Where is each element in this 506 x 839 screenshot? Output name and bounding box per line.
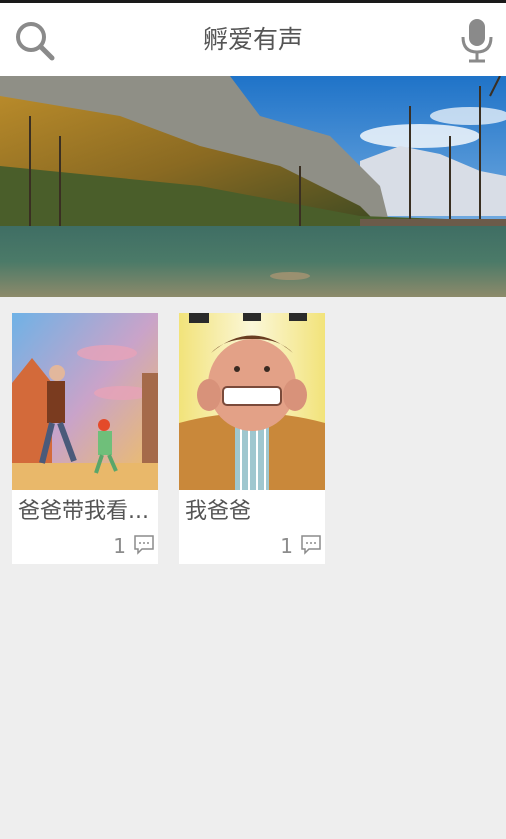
comment-icon[interactable] (301, 535, 321, 555)
comment-count: 1 (113, 534, 126, 558)
book-cover-image (179, 313, 325, 490)
book-title: 我爸爸 (185, 499, 252, 524)
book-title: 爸爸带我看... (18, 499, 149, 524)
comment-count: 1 (280, 534, 293, 558)
microphone-icon[interactable] (458, 17, 496, 63)
page-title: 孵爱有声 (202, 25, 303, 54)
app-header: 孵爱有声 (0, 3, 506, 76)
landscape-banner-image[interactable] (0, 76, 506, 297)
comment-icon[interactable] (134, 535, 154, 555)
book-card[interactable]: 我爸爸 1 (179, 313, 325, 564)
book-cover-image (12, 313, 158, 490)
book-card[interactable]: 爸爸带我看... 1 (12, 313, 158, 564)
